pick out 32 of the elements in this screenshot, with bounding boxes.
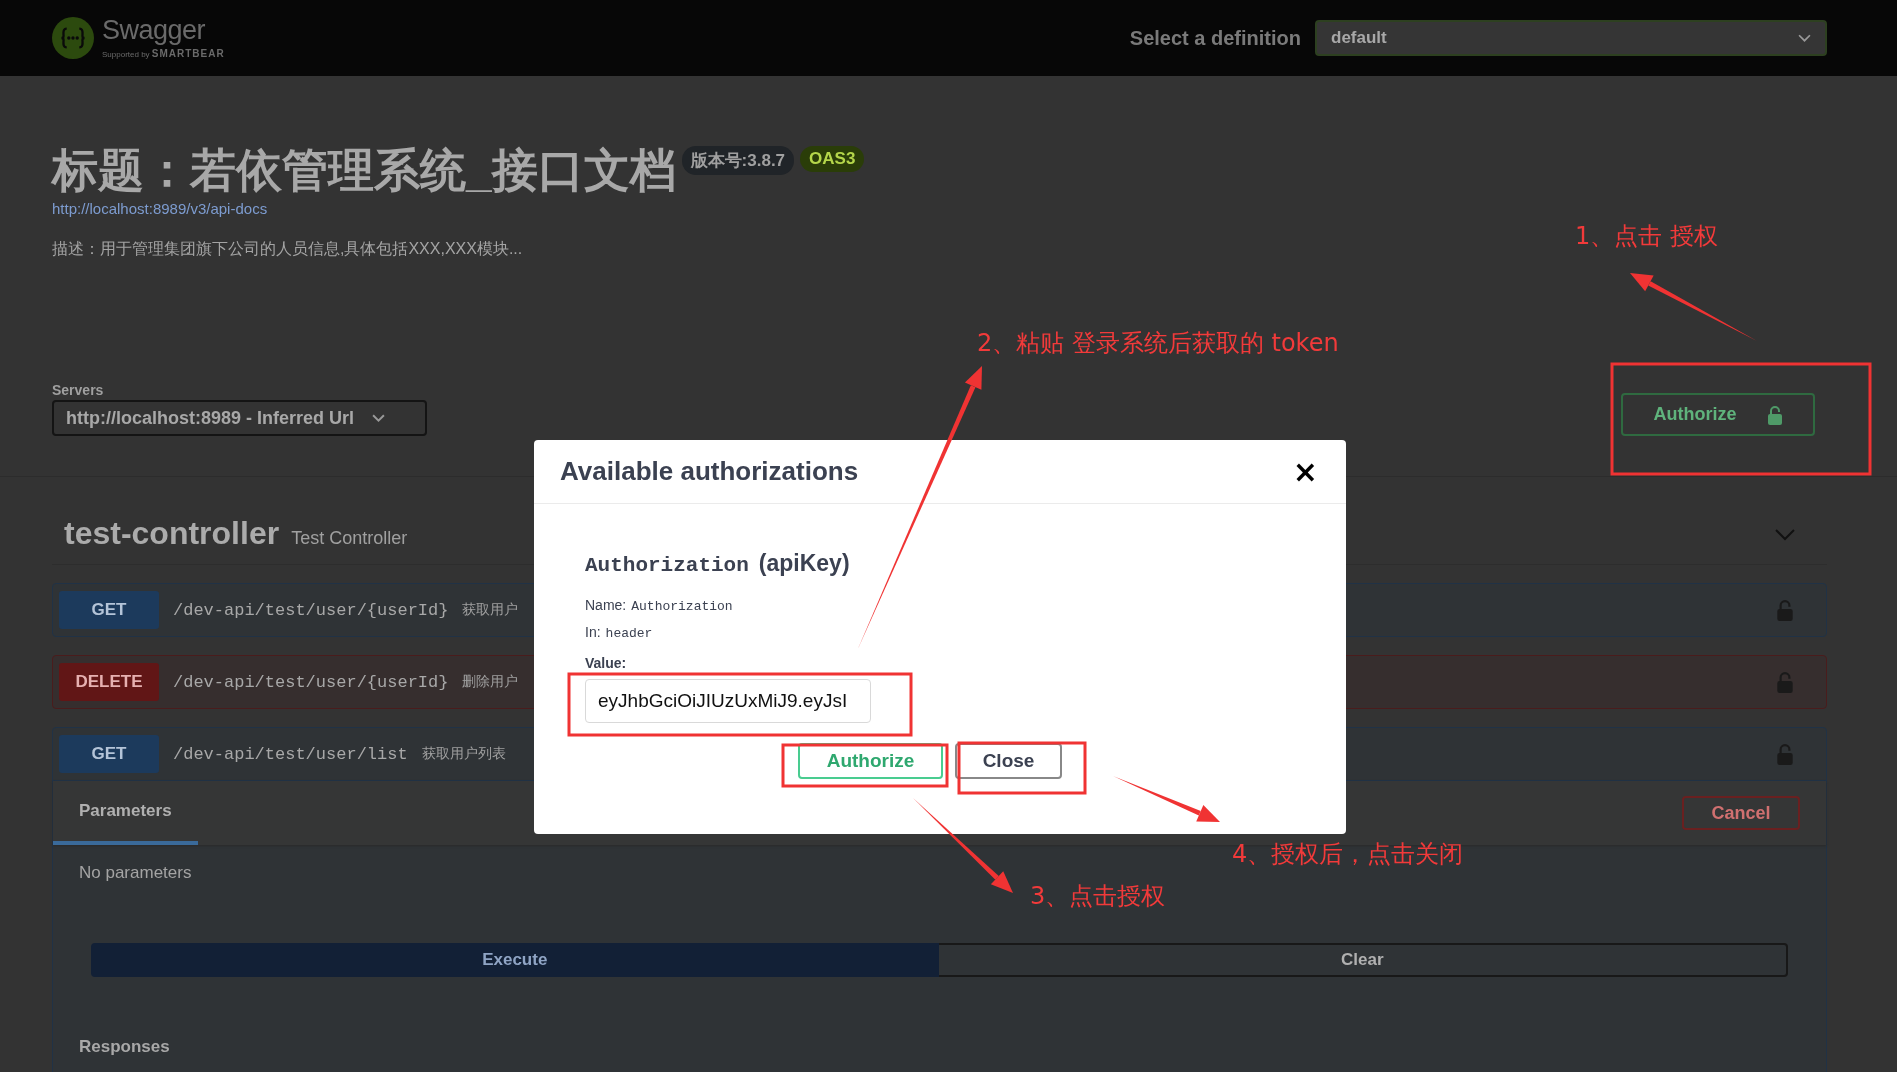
scheme-type: (apiKey) <box>758 550 850 577</box>
endpoint-summary: 获取用户列表 <box>421 745 506 763</box>
logo-subtitle: Supported by SMARTBEAR <box>102 48 225 59</box>
endpoint-summary: 删除用户 <box>462 673 519 691</box>
annotation-text: 3、点击授权 <box>1030 881 1166 912</box>
http-method-badge: GET <box>59 591 159 629</box>
logo-text: Swagger <box>102 17 207 44</box>
value-label: Value: <box>585 655 627 671</box>
no-parameters-text: No parameters <box>79 863 192 882</box>
definition-label: Select a definition <box>1129 26 1301 50</box>
dialog-title: Available authorizations <box>560 456 859 487</box>
tag-description: Test Controller <box>291 528 408 549</box>
http-method-badge: DELETE <box>59 663 159 701</box>
version-badge: 版本号:3.8.7 <box>681 146 795 175</box>
name-label: Name: <box>585 597 627 613</box>
annotation-text: 2、粘贴 登录系统后获取的 token <box>977 328 1339 359</box>
api-description: 描述：用于管理集团旗下公司的人员信息,具体包括XXX,XXX模块... <box>52 239 523 259</box>
scheme-name: Authorization <box>585 554 749 577</box>
endpoint-summary: 获取用户 <box>462 601 519 619</box>
annotation-text: 1、点击 授权 <box>1575 221 1718 252</box>
api-title: 标题：若依管理系统_接口文档 <box>52 143 676 198</box>
endpoint-path: /dev-api/test/user/{userId} <box>173 600 449 620</box>
endpoint-path: /dev-api/test/user/list <box>173 744 408 764</box>
in-value: header <box>605 626 653 641</box>
http-method-badge: GET <box>59 735 159 773</box>
in-label: In: <box>585 624 601 640</box>
name-value: Authorization <box>631 599 733 614</box>
responses-heading: Responses <box>78 1036 171 1058</box>
endpoint-path: /dev-api/test/user/{userId} <box>173 672 449 692</box>
servers-label: Servers <box>52 382 104 398</box>
oas-badge: OAS3 <box>800 146 865 172</box>
annotation-text: 4、授权后，点击关闭 <box>1232 839 1464 870</box>
